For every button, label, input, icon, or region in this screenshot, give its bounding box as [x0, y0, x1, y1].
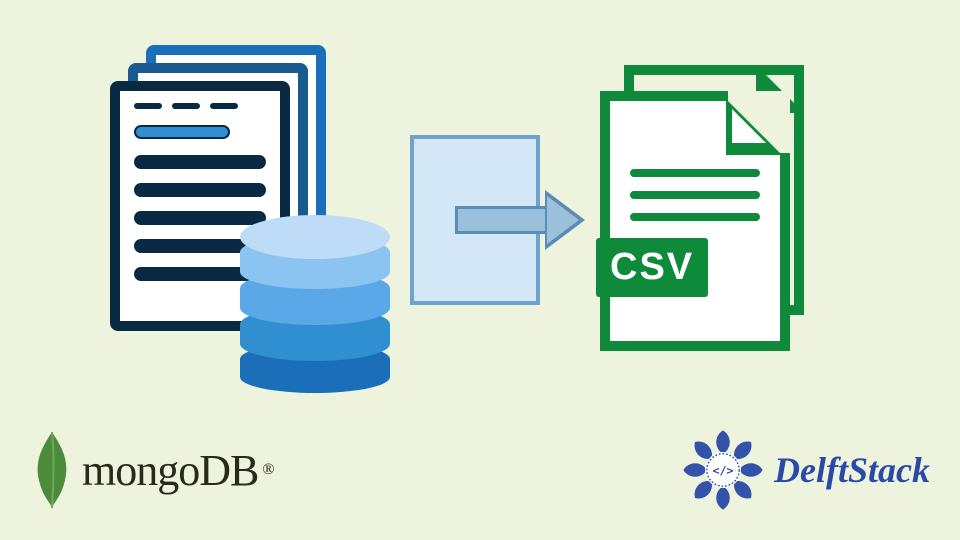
document-heading-line: [134, 125, 230, 139]
csv-file-icon: CSV: [600, 65, 840, 365]
mongodb-registered-mark: ®: [262, 461, 274, 479]
delftstack-text: DelftStack: [774, 449, 930, 491]
mongodb-logo: mongoDB®: [30, 430, 275, 510]
delftstack-logo: </> DelftStack: [678, 425, 930, 515]
documents-stack-icon: [110, 45, 370, 375]
mongodb-text: mongoDB: [82, 445, 258, 496]
document-text-line: [134, 183, 266, 197]
csv-content-lines: [630, 169, 760, 235]
diagram-area: CSV: [110, 45, 850, 365]
svg-text:</>: </>: [712, 464, 733, 478]
database-cylinder-icon: [240, 215, 390, 385]
export-arrow-icon: [455, 195, 595, 245]
csv-badge-label: CSV: [596, 238, 708, 297]
document-header-dashes: [134, 103, 266, 113]
mongodb-leaf-icon: [30, 430, 74, 510]
csv-front-file: CSV: [600, 91, 790, 351]
logo-area: mongoDB® </>: [30, 420, 930, 520]
document-text-line: [134, 155, 266, 169]
delftstack-mandala-icon: </>: [678, 425, 768, 515]
